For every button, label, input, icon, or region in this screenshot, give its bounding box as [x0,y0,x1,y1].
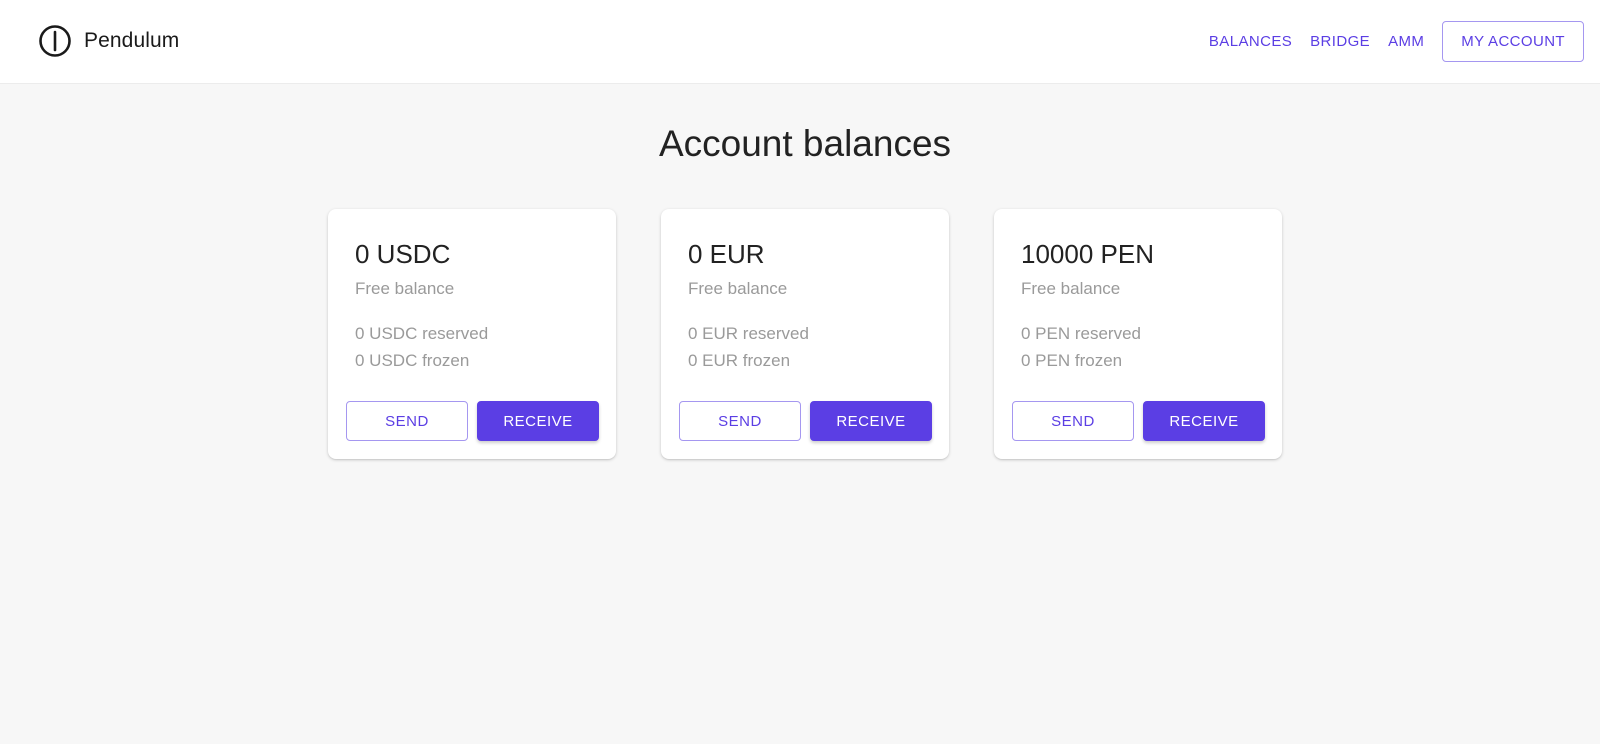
card-amount: 0 USDC [355,239,451,269]
send-button[interactable]: SEND [346,401,468,441]
send-button[interactable]: SEND [1012,401,1134,441]
receive-button[interactable]: RECEIVE [810,401,932,441]
nav-amm-link[interactable]: AMM [1388,33,1424,50]
send-button[interactable]: SEND [679,401,801,441]
balance-card-pen: 10000 PEN Free balance 0 PEN reserved 0 … [994,209,1282,459]
balance-cards: 0 USDC Free balance 0 USDC reserved 0 US… [328,209,1282,459]
card-reserved: 0 EUR reserved [688,324,809,343]
card-actions: SEND RECEIVE [346,401,599,441]
main-nav: BALANCES BRIDGE AMM MY ACCOUNT [1209,21,1584,62]
card-free-label: Free balance [1021,279,1121,298]
card-amount: 10000 PEN [1021,239,1154,269]
card-free-label: Free balance [688,279,788,298]
card-amount: 0 EUR [688,239,765,269]
brand[interactable]: Pendulum [38,24,179,58]
card-frozen: 0 EUR frozen [688,351,791,370]
top-app-bar: Pendulum BALANCES BRIDGE AMM MY ACCOUNT [0,0,1600,84]
pendulum-logo-icon [39,25,71,57]
brand-name: Pendulum [84,29,180,52]
card-reserved: 0 USDC reserved [355,324,489,343]
card-actions: SEND RECEIVE [1012,401,1265,441]
receive-button[interactable]: RECEIVE [477,401,599,441]
card-free-label: Free balance [355,279,455,298]
nav-balances-link[interactable]: BALANCES [1209,33,1292,50]
card-actions: SEND RECEIVE [679,401,932,441]
page-title: Account balances [658,123,952,164]
nav-bridge-link[interactable]: BRIDGE [1310,33,1370,50]
receive-button[interactable]: RECEIVE [1143,401,1265,441]
card-frozen: 0 PEN frozen [1021,351,1123,370]
card-frozen: 0 USDC frozen [355,351,470,370]
card-reserved: 0 PEN reserved [1021,324,1141,343]
balance-card-eur: 0 EUR Free balance 0 EUR reserved 0 EUR … [661,209,949,459]
my-account-button[interactable]: MY ACCOUNT [1442,21,1584,62]
balance-card-usdc: 0 USDC Free balance 0 USDC reserved 0 US… [328,209,616,459]
